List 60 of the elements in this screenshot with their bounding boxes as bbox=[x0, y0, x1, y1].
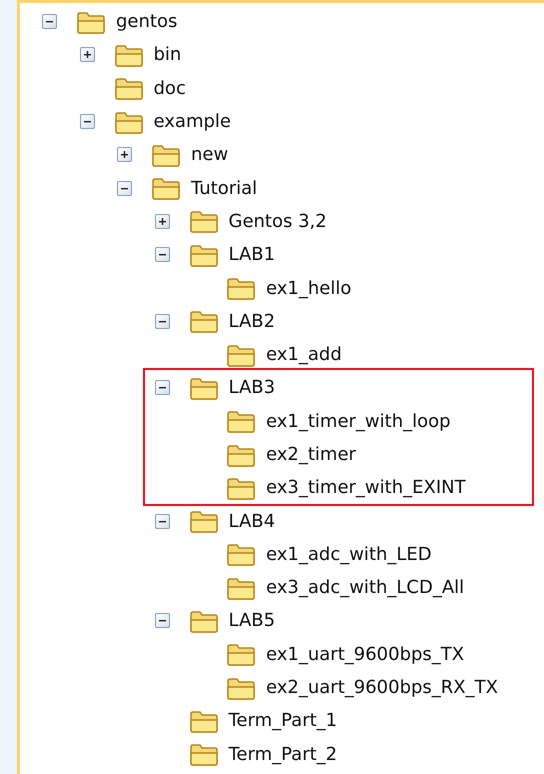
folder-label[interactable]: Term_Part_2 bbox=[228, 740, 338, 768]
folder-icon bbox=[226, 676, 256, 700]
folder-icon bbox=[226, 342, 256, 367]
folder-icon bbox=[226, 576, 256, 600]
folder-label[interactable]: new bbox=[191, 141, 228, 168]
folder-icon bbox=[188, 242, 218, 267]
folder-label[interactable]: LAB2 bbox=[228, 308, 276, 335]
folder-icon bbox=[226, 276, 256, 300]
folder-label[interactable]: ex2_timer bbox=[266, 441, 356, 468]
folder-icon bbox=[151, 176, 181, 200]
collapse-toggle[interactable] bbox=[154, 613, 170, 628]
folder-icon bbox=[226, 542, 256, 566]
folder-icon bbox=[188, 376, 218, 400]
folder-label[interactable]: ex1_adc_with_LED bbox=[266, 540, 432, 568]
plus-icon bbox=[82, 50, 92, 60]
folder-label[interactable]: LAB1 bbox=[228, 241, 276, 268]
expand-toggle[interactable] bbox=[154, 214, 170, 229]
folder-icon bbox=[226, 476, 256, 500]
folder-label[interactable]: ex1_add bbox=[266, 341, 342, 368]
expand-toggle[interactable] bbox=[117, 147, 132, 162]
folder-icon bbox=[188, 742, 218, 766]
folder-icon bbox=[76, 10, 106, 34]
folder-label[interactable]: LAB5 bbox=[228, 607, 276, 634]
folder-label[interactable]: Gentos 3,2 bbox=[228, 208, 327, 235]
plus-icon bbox=[120, 150, 129, 160]
collapse-toggle[interactable] bbox=[42, 14, 57, 30]
folder-label[interactable]: LAB3 bbox=[228, 374, 276, 402]
collapse-toggle[interactable] bbox=[117, 180, 132, 196]
folder-label[interactable]: Term_Part_1 bbox=[228, 707, 338, 734]
collapse-toggle[interactable] bbox=[80, 114, 94, 130]
folder-icon bbox=[188, 708, 218, 733]
folder-label[interactable]: Tutorial bbox=[191, 174, 258, 202]
folder-icon bbox=[226, 442, 256, 466]
folder-label[interactable]: example bbox=[154, 108, 231, 136]
collapse-toggle[interactable] bbox=[154, 380, 170, 396]
folder-icon bbox=[151, 142, 181, 167]
folder-label[interactable]: bin bbox=[154, 41, 182, 68]
folder-icon bbox=[188, 309, 218, 334]
folder-label[interactable]: LAB4 bbox=[228, 508, 276, 535]
folder-icon bbox=[114, 76, 144, 100]
folder-label[interactable]: ex1_timer_with_loop bbox=[266, 408, 451, 435]
expand-toggle[interactable] bbox=[80, 47, 94, 62]
folder-label[interactable]: ex1_hello bbox=[266, 274, 352, 302]
folder-label[interactable]: doc bbox=[154, 74, 186, 102]
collapse-toggle[interactable] bbox=[154, 514, 170, 529]
folder-label[interactable]: ex3_timer_with_EXINT bbox=[266, 474, 466, 502]
folder-icon bbox=[188, 509, 218, 534]
folder-icon bbox=[188, 608, 218, 633]
folder-icon bbox=[114, 42, 144, 67]
folder-label[interactable]: ex1_uart_9600bps_TX bbox=[266, 640, 464, 668]
folder-icon bbox=[226, 409, 256, 434]
collapse-toggle[interactable] bbox=[154, 247, 170, 262]
folder-label[interactable]: gentos bbox=[116, 8, 178, 36]
folder-label[interactable]: ex3_adc_with_LCD_All bbox=[266, 574, 464, 602]
collapse-toggle[interactable] bbox=[154, 314, 170, 329]
plus-icon bbox=[158, 216, 166, 226]
folder-icon bbox=[114, 110, 144, 134]
folder-label[interactable]: ex2_uart_9600bps_RX_TX bbox=[266, 674, 498, 702]
folder-icon bbox=[226, 642, 256, 666]
folder-icon bbox=[188, 209, 218, 234]
